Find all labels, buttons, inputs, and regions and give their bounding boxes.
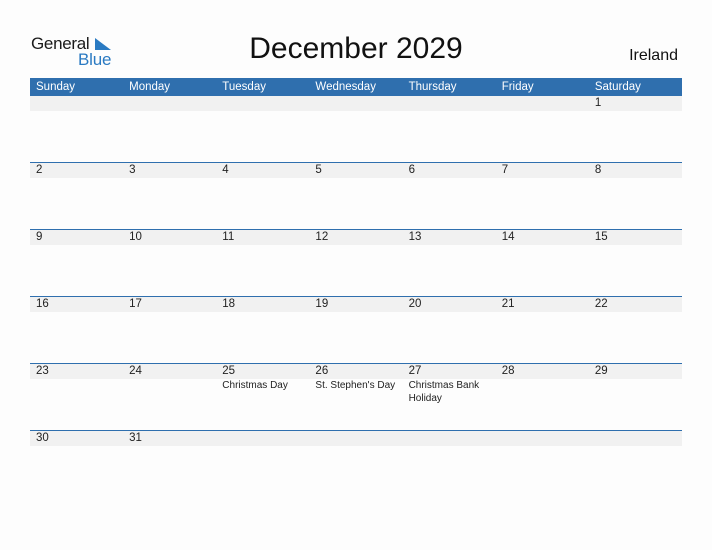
date-number: 2 [36,164,43,176]
week-row: 1 [30,96,682,162]
date-number: 24 [129,365,142,377]
date-number-row: 2 3 4 5 6 7 8 [30,163,682,178]
weekday-sunday: Sunday [36,81,76,93]
date-number [309,96,402,111]
date-number: 3 [129,164,136,176]
date-number: 9 [36,231,43,243]
date-number [403,431,496,446]
calendar-grid: Sunday Monday Tuesday Wednesday Thursday… [30,78,682,497]
date-number: 17 [129,298,142,310]
date-number: 16 [36,298,49,310]
calendar-title: December 2029 [249,32,463,65]
date-number-row: 9 10 11 12 13 14 15 [30,230,682,245]
weekday-wednesday: Wednesday [315,81,376,93]
date-number: 23 [36,365,49,377]
date-number: 14 [501,231,515,243]
date-number [216,431,309,446]
date-number-row: 1 [30,96,682,111]
week-row: 2 3 4 5 6 7 8 [30,162,682,229]
week-row: 30 31 [30,430,682,497]
date-number: 11 [222,231,235,243]
week-row: 9 10 11 12 13 14 15 [30,229,682,296]
weekday-tuesday: Tuesday [222,81,266,93]
holiday-label [589,379,682,405]
date-number: 30 [36,432,49,444]
date-number [123,96,216,111]
date-number-row: 16 17 18 19 20 21 22 [30,297,682,312]
date-number: 15 [594,231,608,243]
week-row: 23 24 25 26 27 28 29 Christmas Day St. Stephen's… [30,363,682,430]
weekday-friday: Friday [501,81,534,93]
date-number: 5 [315,164,322,176]
country-label: Ireland [629,47,678,64]
weekday-thursday: Thursday [408,81,457,93]
holiday-label: St. Stephen's Day [315,380,396,391]
date-number: 10 [129,231,142,243]
date-number: 18 [222,298,236,310]
date-number: 27 [408,365,422,377]
date-number-row: 30 31 [30,431,682,446]
date-number: 6 [408,164,415,176]
date-number [403,96,496,111]
date-number [216,96,309,111]
date-number: 19 [315,298,329,310]
holiday-label [30,379,123,405]
week-row: 16 17 18 19 20 21 22 [30,296,682,363]
date-number-row: 23 24 25 26 27 28 29 [30,364,682,379]
date-number: 8 [594,164,602,176]
events-row: Christmas Day St. Stephen's Day Christmas … [30,379,682,405]
date-number: 28 [501,365,515,377]
date-number: 13 [408,231,422,243]
date-number: 22 [594,298,608,310]
date-number: 12 [315,231,329,243]
weekday-header: Sunday Monday Tuesday Wednesday Thursday… [30,78,682,96]
date-number [496,96,589,111]
date-number [589,431,682,446]
holiday-label: Christmas Day [222,380,288,391]
date-number: 1 [594,97,602,109]
weekday-saturday: Saturday [594,81,641,93]
holiday-label [496,379,589,405]
date-number: 26 [315,365,329,377]
date-number: 7 [501,164,509,176]
date-number: 21 [501,298,515,310]
holiday-label [123,379,216,405]
date-number [30,96,123,111]
date-number [309,431,402,446]
date-number: 31 [129,432,142,444]
date-number: 20 [408,298,422,310]
holiday-label: Christmas Bank Holiday [408,380,480,404]
date-number [496,431,589,446]
date-number: 29 [594,365,608,377]
weekday-monday: Monday [129,81,171,93]
date-number: 4 [222,164,229,176]
date-number: 25 [222,365,236,377]
